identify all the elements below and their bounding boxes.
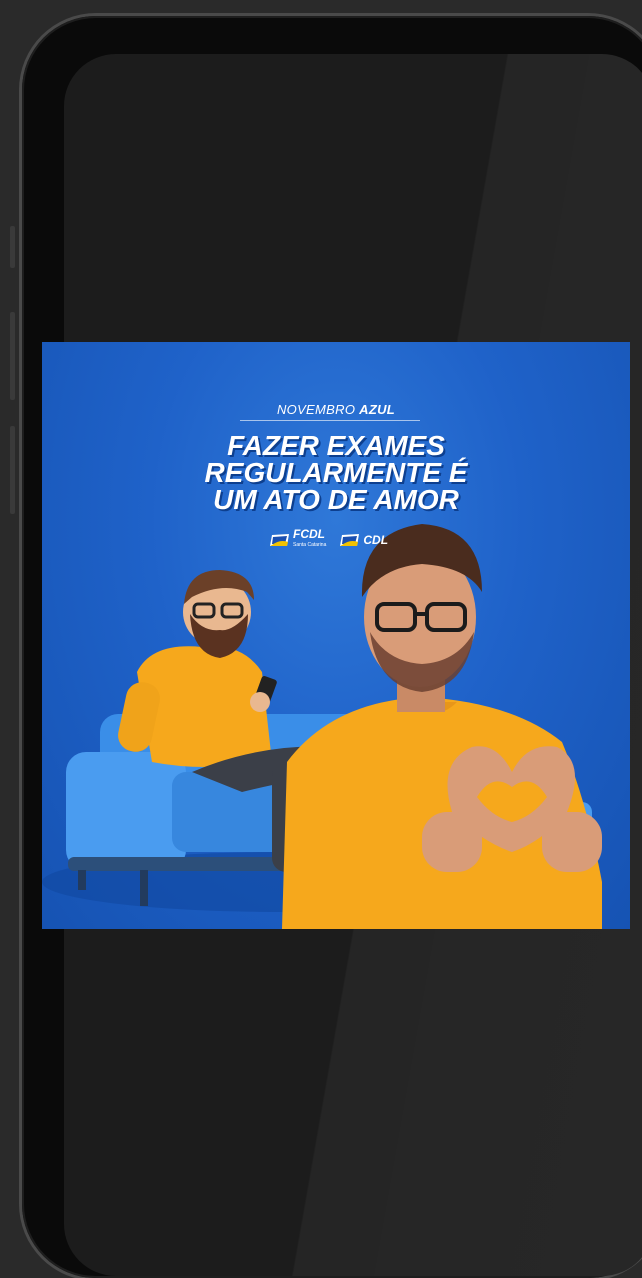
fcdl-logo-subtitle: Santa Catarina (293, 542, 327, 548)
mute-switch[interactable] (10, 226, 15, 268)
campaign-image[interactable]: NOVEMBRO AZUL FAZER EXAMES REGULARMENTE … (42, 342, 630, 929)
kicker-bold-text: AZUL (359, 402, 396, 417)
fcdl-logo: FCDL Santa Catarina (270, 527, 327, 551)
volume-up-button[interactable] (10, 312, 15, 400)
headline-line: UM ATO DE AMOR (213, 484, 459, 515)
kicker-divider (240, 420, 420, 421)
headline-line: FAZER EXAMES (227, 430, 445, 461)
cdl-logo-icon (340, 534, 360, 546)
sponsor-logos: FCDL Santa Catarina CDL (270, 527, 388, 551)
fcdl-logo-name: FCDL (293, 527, 325, 541)
man-making-heart-photo (282, 524, 602, 929)
campaign-headline: FAZER EXAMES REGULARMENTE É UM ATO DE AM… (42, 430, 630, 515)
volume-down-button[interactable] (10, 426, 15, 514)
kicker-light-text: NOVEMBRO (276, 402, 356, 417)
fcdl-logo-icon (270, 534, 289, 546)
cdl-logo: CDL (340, 533, 388, 547)
campaign-kicker: NOVEMBRO AZUL (42, 402, 630, 417)
headline-line: REGULARMENTE É (204, 457, 468, 488)
cdl-logo-name: CDL (363, 532, 389, 547)
